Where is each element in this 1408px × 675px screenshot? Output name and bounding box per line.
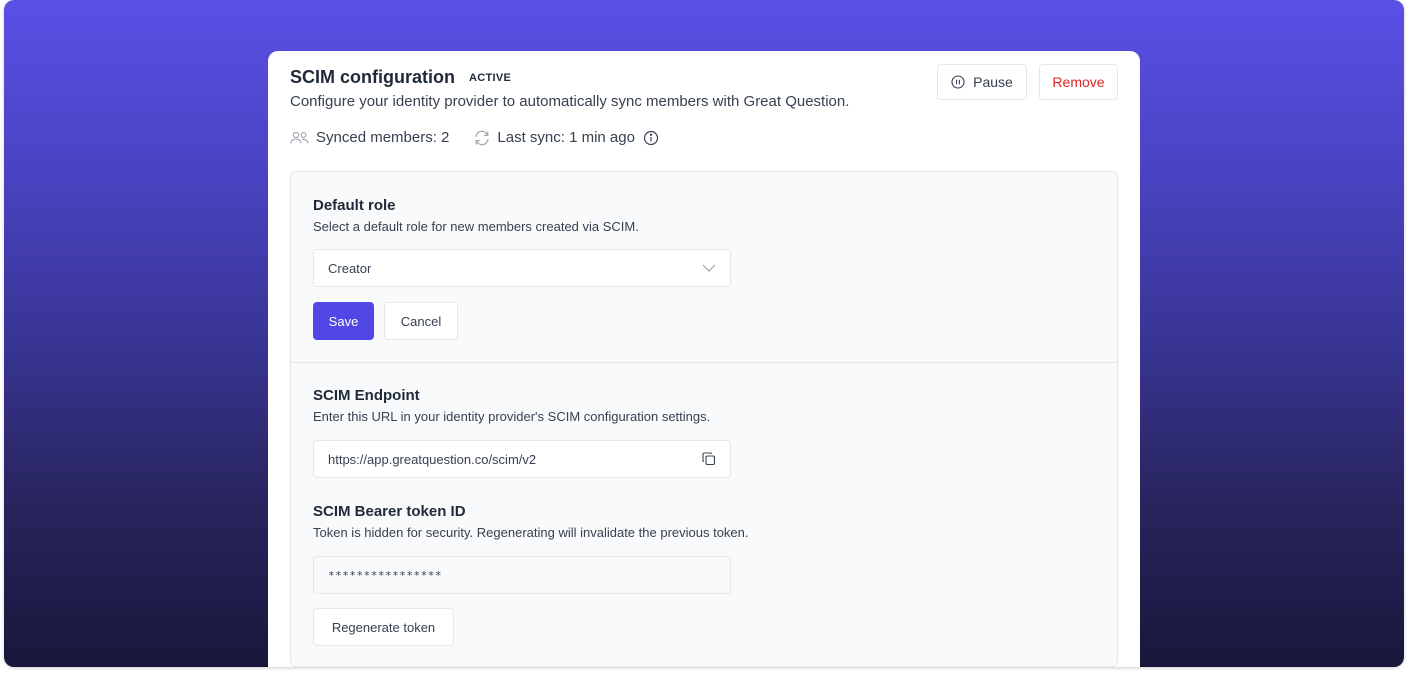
cancel-label: Cancel [400, 313, 442, 329]
bearer-token-masked-value: **************** [328, 568, 442, 582]
synced-members-text: Synced members: 2 [316, 129, 450, 146]
regenerate-token-button[interactable]: Regenerate token [313, 608, 454, 646]
scim-endpoint-description: Enter this URL in your identity provider… [313, 409, 711, 424]
settings-panel: Default role Select a default role for n… [290, 171, 1118, 667]
default-role-value: Creator [328, 260, 372, 276]
cancel-button[interactable]: Cancel [384, 302, 458, 340]
last-sync-text: Last sync: 1 min ago [497, 129, 635, 146]
regenerate-token-label: Regenerate token [331, 619, 436, 635]
bearer-token-title: SCIM Bearer token ID [313, 503, 466, 520]
default-role-select[interactable]: Creator [313, 249, 731, 287]
background-frame: SCIM configuration ACTIVE Configure your… [4, 0, 1404, 667]
remove-label: Remove [1052, 74, 1105, 90]
card-header: SCIM configuration ACTIVE [290, 67, 511, 88]
pause-circle-icon [951, 75, 965, 89]
save-label: Save [328, 313, 359, 329]
default-role-description: Select a default role for new members cr… [313, 219, 639, 234]
users-icon [290, 131, 310, 145]
scim-endpoint-url: https://app.greatquestion.co/scim/v2 [328, 451, 537, 467]
info-icon[interactable] [643, 130, 659, 146]
remove-button[interactable]: Remove [1039, 64, 1118, 100]
section-divider [291, 362, 1117, 363]
scim-configuration-card: SCIM configuration ACTIVE Configure your… [268, 51, 1140, 667]
status-badge: ACTIVE [469, 71, 512, 84]
default-role-title: Default role [313, 197, 396, 214]
pause-label: Pause [973, 74, 1013, 90]
chevron-down-icon [702, 264, 716, 272]
page-subtitle: Configure your identity provider to auto… [290, 93, 850, 110]
bearer-token-description: Token is hidden for security. Regenerati… [313, 525, 749, 540]
scim-endpoint-title: SCIM Endpoint [313, 387, 420, 404]
copy-icon[interactable] [702, 452, 716, 466]
refresh-icon [473, 130, 491, 146]
sync-meta: Synced members: 2 Last sync: 1 min ago [290, 129, 659, 146]
pause-button[interactable]: Pause [937, 64, 1027, 100]
save-button[interactable]: Save [313, 302, 374, 340]
bearer-token-field: **************** [313, 556, 731, 594]
scim-endpoint-field[interactable]: https://app.greatquestion.co/scim/v2 [313, 440, 731, 478]
page-title: SCIM configuration [290, 67, 455, 87]
